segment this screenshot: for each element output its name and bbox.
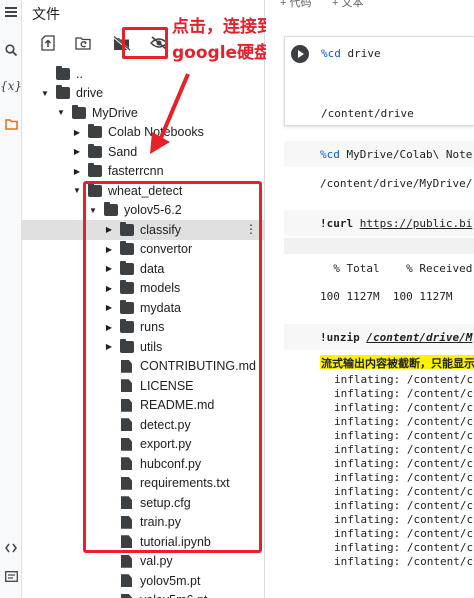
tree-file-row[interactable]: yolov5m.pt: [22, 571, 264, 591]
files-panel: 文件 .. ▼ drive ▼ MyDrive ▶ Colab Notebooks ▶ Sand…: [22, 0, 265, 598]
tree-item-label: yolov5m.pt: [140, 573, 201, 588]
cell-2-magic: %cd: [320, 148, 340, 161]
tree-file-row[interactable]: val.py: [22, 552, 264, 572]
cell-3-header: % Total % Received: [320, 262, 473, 275]
tree-item-label: ..: [76, 66, 83, 81]
folder-icon[interactable]: [3, 116, 19, 132]
inflating-line: inflating: /content/c: [334, 373, 474, 386]
cell-3-cmd: !curl: [320, 217, 354, 230]
inflating-line: inflating: /content/c: [334, 555, 474, 568]
folder-icon: [88, 124, 102, 139]
caret-down-icon[interactable]: ▼: [72, 186, 82, 196]
notebook-area: ✕ + 代码 + 文本 %cd drive /content/drive [ ]…: [266, 0, 474, 598]
caret-right-icon[interactable]: ▶: [72, 166, 82, 176]
folder-icon: [56, 85, 70, 100]
annotation-line-1: 点击，连接到: [172, 17, 274, 37]
tree-folder-row[interactable]: ▶ Sand: [22, 142, 264, 162]
caret-down-icon[interactable]: ▼: [56, 108, 66, 118]
folder-icon: [72, 104, 86, 119]
tree-item-label: drive: [76, 86, 104, 101]
cell-1-output: /content/drive: [321, 107, 414, 120]
caret-right-icon[interactable]: ▶: [72, 147, 82, 157]
add-code-button[interactable]: + 代码: [280, 0, 311, 10]
upload-icon[interactable]: [36, 31, 60, 55]
add-text-button[interactable]: + 文本: [332, 0, 363, 10]
cell-3-values: 100 1127M 100 1127M: [320, 290, 453, 303]
tree-item-label: yolov5m6.pt: [140, 593, 207, 598]
inflating-line: inflating: /content/c: [334, 429, 474, 442]
code-cell-1[interactable]: %cd drive /content/drive: [284, 36, 474, 126]
file-icon: [121, 593, 132, 598]
inflating-line: inflating: /content/c: [334, 541, 474, 554]
tree-folder-row[interactable]: ▶ Colab Notebooks: [22, 123, 264, 143]
tree-file-row[interactable]: yolov5m6.pt: [22, 591, 264, 598]
inflating-line: inflating: /content/c: [334, 513, 474, 526]
inflating-line: inflating: /content/c: [334, 485, 474, 498]
inflating-line: inflating: /content/c: [334, 415, 474, 428]
tree-folder-row[interactable]: ..: [22, 64, 264, 84]
tree-item-label: Colab Notebooks: [108, 125, 204, 140]
caret-right-icon[interactable]: [40, 69, 50, 79]
annotation-line-2: google硬盘: [172, 43, 272, 63]
variables-icon[interactable]: {x}: [0, 78, 22, 94]
inflating-line: inflating: /content/c: [334, 401, 474, 414]
refresh-icon[interactable]: [72, 31, 96, 55]
inflating-line: inflating: /content/c: [334, 457, 474, 470]
cell-2-output: /content/drive/MyDrive/: [320, 177, 473, 190]
file-icon: [121, 554, 132, 568]
tree-item-label: fasterrcnn: [108, 164, 164, 179]
search-icon[interactable]: [3, 42, 19, 58]
notebook-top-strip: ✕ + 代码 + 文本: [266, 0, 474, 12]
file-icon: [121, 574, 132, 588]
cell-4-arg: /content/drive/M: [366, 331, 473, 344]
terminal-icon[interactable]: [3, 568, 19, 584]
run-cell-button[interactable]: [291, 45, 309, 63]
tree-item-label: Sand: [108, 144, 138, 159]
folder-icon: [88, 143, 102, 158]
folder-icon: [56, 65, 70, 80]
tree-folder-row[interactable]: ▼ MyDrive: [22, 103, 264, 123]
inflating-line: inflating: /content/c: [334, 499, 474, 512]
mount-drive-highlight: [122, 27, 168, 59]
caret-right-icon[interactable]: ▶: [72, 127, 82, 137]
cell-2-arg: MyDrive/Colab\ Note: [339, 148, 473, 161]
caret-down-icon[interactable]: ▼: [40, 88, 50, 98]
cell-3-progress-bar: [284, 238, 474, 254]
folder-icon: [88, 163, 102, 178]
code-icon[interactable]: [3, 540, 19, 556]
wheat-detect-highlight: [83, 181, 262, 553]
inflating-line: inflating: /content/c: [334, 471, 474, 484]
tree-item-label: val.py: [140, 554, 173, 569]
menu-icon[interactable]: [3, 4, 19, 20]
cell-3-url[interactable]: https://public.bi: [360, 217, 473, 230]
cell-1-arg: drive: [340, 47, 381, 60]
tree-folder-row[interactable]: ▼ drive: [22, 84, 264, 104]
inflating-line: inflating: /content/c: [334, 387, 474, 400]
inflating-line: inflating: /content/c: [334, 527, 474, 540]
tree-folder-row[interactable]: ▶ fasterrcnn: [22, 162, 264, 182]
left-rail: {x}: [0, 0, 22, 598]
tree-item-label: MyDrive: [92, 105, 138, 120]
cell-4-cmd: !unzip: [320, 331, 360, 344]
cell-1-magic: %cd: [321, 47, 341, 60]
inflating-line: inflating: /content/c: [334, 443, 474, 456]
panel-title: 文件: [32, 6, 60, 22]
truncation-warning: 流式输出内容被截断，只能显示: [320, 355, 474, 370]
